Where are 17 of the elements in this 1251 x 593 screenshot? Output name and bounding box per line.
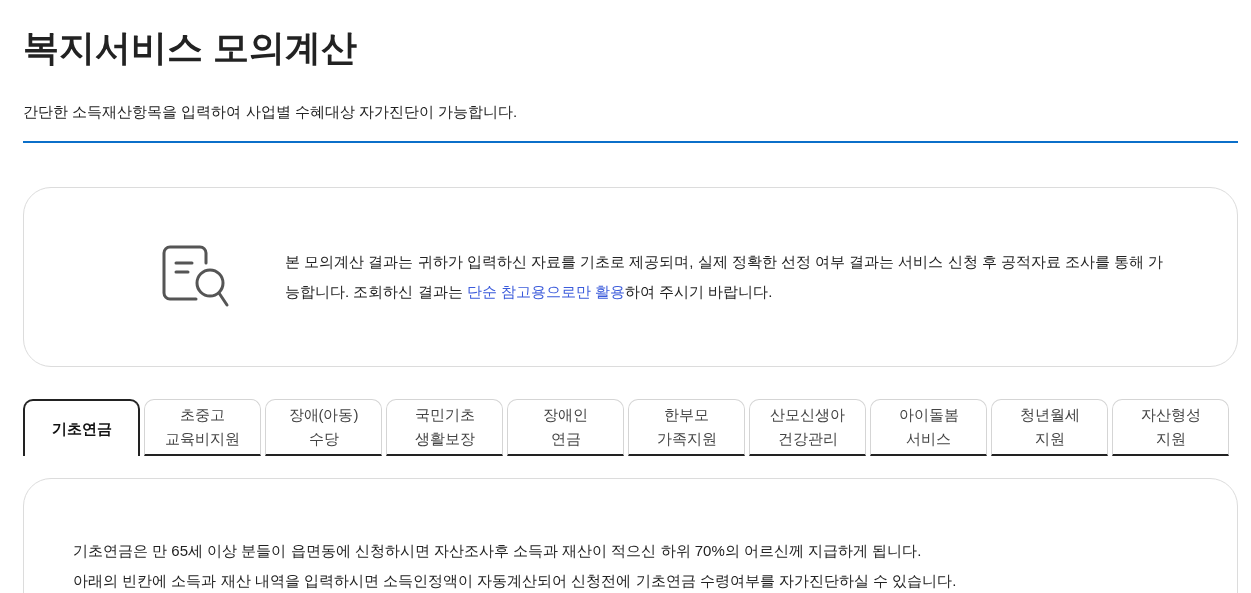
- description-text: 아래의 빈칸에 소득과 재산 내역을 입력하시면 소득인정액이 자동계산되어 신청전에 기초연금 수령여부를 자가진단하실 수 있습니다.: [73, 571, 957, 591]
- tab[interactable]: 자산형성 지원: [1112, 399, 1229, 456]
- tab[interactable]: 장애(아동) 수당: [265, 399, 382, 456]
- tab[interactable]: 산모신생아 건강관리: [749, 399, 866, 456]
- tab[interactable]: 장애인 연금: [507, 399, 624, 456]
- reference-link[interactable]: 단순 참고용으로만 활용: [466, 283, 625, 300]
- tab[interactable]: 한부모 가족지원: [628, 399, 745, 456]
- page-title: 복지서비스 모의계산: [23, 26, 357, 70]
- description-text: 기초연금은 만 65세 이상 분들이 읍면동에 신청하시면 자산조사후 소득과 재산이 적으신 하위 70%의 어르신께 지급하게 됩니다.: [73, 541, 922, 561]
- tab[interactable]: 국민기초 생활보장: [386, 399, 503, 456]
- page-subtitle: 간단한 소득재산항목을 입력하여 사업별 수혜대상 자가진단이 가능합니다.: [23, 102, 518, 122]
- tab[interactable]: 청년월세 지원: [991, 399, 1108, 456]
- tab[interactable]: 아이돌봄 서비스: [870, 399, 987, 456]
- document-search-icon: [162, 245, 230, 309]
- tab[interactable]: 초중고 교육비지원: [144, 399, 261, 456]
- notice-text: 본 모의계산 결과는 귀하가 입력하신 자료를 기초로 제공되며, 실제 정확한 선정 여부 결과는 서비스 신청 후 공적자료 조사를 통해 가능합니다. 조회하신 결과는 단순 참고용으로만 활용하여 주시기 바랍니다.: [285, 252, 1165, 302]
- tab[interactable]: 기초연금: [23, 399, 140, 456]
